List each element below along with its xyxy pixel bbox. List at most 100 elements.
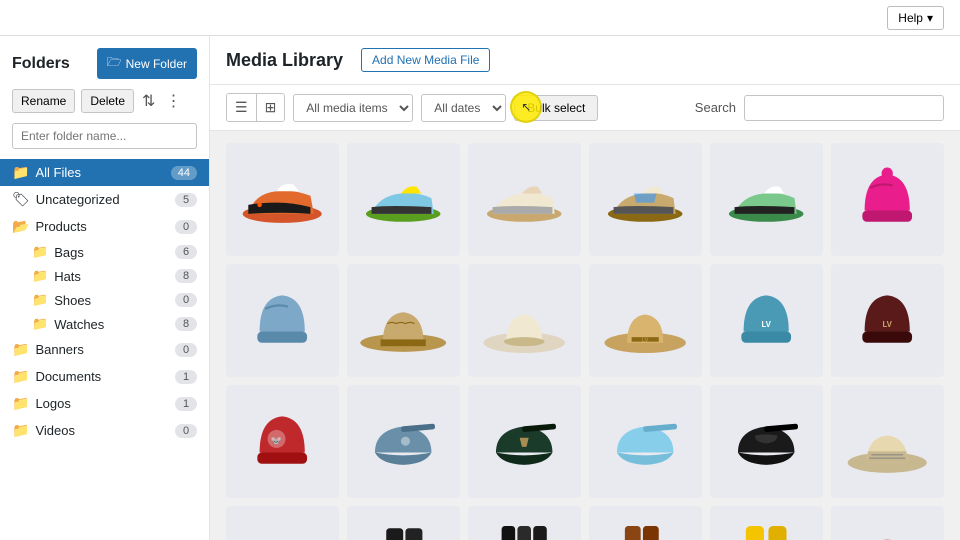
- bags-folder-icon: 📁: [32, 244, 48, 260]
- media-item-6[interactable]: [831, 143, 944, 256]
- hats-count: 8: [175, 269, 197, 283]
- delete-button[interactable]: Delete: [81, 89, 134, 113]
- media-item-11[interactable]: LV: [710, 264, 823, 377]
- page-title: Media Library: [226, 50, 343, 71]
- media-item-20[interactable]: [347, 506, 460, 540]
- sidebar-item-bags[interactable]: 📁 Bags 6: [20, 240, 209, 264]
- sidebar-item-documents[interactable]: 📁 Documents 1: [0, 363, 209, 390]
- media-item-17[interactable]: [710, 385, 823, 498]
- cap-thumbnail-19: [237, 517, 327, 540]
- new-folder-button[interactable]: 🗁 New Folder: [97, 48, 197, 79]
- media-grid: LV LV LV: [226, 143, 944, 540]
- beanie-thumbnail-11: LV: [721, 275, 811, 365]
- media-item-23[interactable]: [710, 506, 823, 540]
- more-options-icon[interactable]: ⋮: [163, 89, 183, 113]
- media-item-14[interactable]: [347, 385, 460, 498]
- folder-search-input[interactable]: [12, 123, 197, 149]
- help-button[interactable]: Help ▾: [887, 6, 944, 30]
- watches-folder-icon: 📁: [32, 316, 48, 332]
- sidebar-item-uncategorized[interactable]: 🏷 Uncategorized 5: [0, 186, 209, 213]
- uncategorized-count: 5: [175, 193, 197, 207]
- date-filter-select[interactable]: All dates: [421, 94, 506, 122]
- media-item-5[interactable]: [710, 143, 823, 256]
- media-item-2[interactable]: [347, 143, 460, 256]
- help-arrow: ▾: [927, 11, 933, 25]
- svg-text:LV: LV: [883, 320, 893, 329]
- sidebar-item-hats[interactable]: 📁 Hats 8: [20, 264, 209, 288]
- sidebar-item-videos[interactable]: 📁 Videos 0: [0, 417, 209, 444]
- widebrim-thumbnail-9: [479, 275, 569, 365]
- svg-text:🐭: 🐭: [271, 436, 282, 446]
- add-media-button[interactable]: Add New Media File: [361, 48, 490, 72]
- media-item-1[interactable]: [226, 143, 339, 256]
- media-grid-container: LV LV LV: [210, 131, 960, 540]
- rename-button[interactable]: Rename: [12, 89, 75, 113]
- strap-thumbnail-21: [479, 517, 569, 540]
- bags-label: Bags: [54, 245, 175, 260]
- media-item-12[interactable]: LV: [831, 264, 944, 377]
- media-item-8[interactable]: [347, 264, 460, 377]
- beanie-thumbnail-7: [237, 275, 327, 365]
- hats-label: Hats: [54, 269, 175, 284]
- media-item-10[interactable]: LV: [589, 264, 702, 377]
- sidebar-item-logos[interactable]: 📁 Logos 1: [0, 390, 209, 417]
- media-item-13[interactable]: 🐭: [226, 385, 339, 498]
- sort-icon[interactable]: ⇅: [140, 89, 157, 113]
- media-item-19[interactable]: [226, 506, 339, 540]
- grid-view-button[interactable]: ⊞: [257, 94, 285, 121]
- media-item-4[interactable]: [589, 143, 702, 256]
- media-item-16[interactable]: [589, 385, 702, 498]
- main-layout: Folders 🗁 New Folder Rename Delete ⇅ ⋮ 📁…: [0, 36, 960, 540]
- sidebar-item-banners[interactable]: 📁 Banners 0: [0, 336, 209, 363]
- sidebar-item-products[interactable]: 📂 Products 0: [0, 213, 209, 240]
- banners-count: 0: [175, 343, 197, 357]
- uncategorized-label: Uncategorized: [36, 192, 175, 207]
- products-label: Products: [35, 219, 175, 234]
- bags-count: 6: [175, 245, 197, 259]
- media-item-18[interactable]: [831, 385, 944, 498]
- sunhat2-thumbnail-18: [842, 396, 932, 486]
- logos-count: 1: [175, 397, 197, 411]
- watches-label: Watches: [54, 317, 175, 332]
- media-filter-select[interactable]: All media items: [293, 94, 413, 122]
- videos-count: 0: [175, 424, 197, 438]
- help-label: Help: [898, 11, 923, 25]
- new-folder-label: New Folder: [126, 57, 187, 71]
- all-files-count: 44: [171, 166, 197, 180]
- sidebar-item-shoes[interactable]: 📁 Shoes 0: [20, 288, 209, 312]
- media-item-3[interactable]: [468, 143, 581, 256]
- media-item-15[interactable]: [468, 385, 581, 498]
- top-bar: Help ▾: [0, 0, 960, 36]
- content-area: Media Library Add New Media File ☰ ⊞ All…: [210, 36, 960, 540]
- sidebar-item-watches[interactable]: 📁 Watches 8: [20, 312, 209, 336]
- media-item-7[interactable]: [226, 264, 339, 377]
- search-input[interactable]: [744, 95, 944, 121]
- cap-thumbnail-15: [479, 396, 569, 486]
- folder-plus-icon: 🗁: [107, 53, 122, 74]
- sidebar-title: Folders: [12, 55, 70, 73]
- view-toggle: ☰ ⊞: [226, 93, 285, 122]
- documents-count: 1: [175, 370, 197, 384]
- sidebar-item-all-files[interactable]: 📁 All Files 44: [0, 159, 209, 186]
- widebrim-thumbnail-10: LV: [600, 275, 690, 365]
- products-subfolders: 📁 Bags 6 📁 Hats 8 📁 Shoes 0 📁 Watches: [0, 240, 209, 336]
- media-item-22[interactable]: LV LV LV LV LV LV: [589, 506, 702, 540]
- logos-label: Logos: [35, 396, 175, 411]
- toolbar: ☰ ⊞ All media items All dates Bulk selec…: [210, 85, 960, 131]
- documents-folder-icon: 📁: [12, 368, 29, 385]
- sidebar-actions: Rename Delete ⇅ ⋮: [0, 89, 209, 123]
- uncategorized-icon: 🏷: [12, 191, 30, 208]
- sidebar-header: Folders 🗁 New Folder: [0, 48, 209, 89]
- logos-folder-icon: 📁: [12, 395, 29, 412]
- shoes-count: 0: [175, 293, 197, 307]
- videos-label: Videos: [35, 423, 175, 438]
- media-item-21[interactable]: [468, 506, 581, 540]
- search-label: Search: [695, 100, 736, 115]
- products-folder-icon: 📂: [12, 218, 29, 235]
- media-item-9[interactable]: [468, 264, 581, 377]
- bulk-select-button[interactable]: Bulk select: [514, 95, 598, 121]
- shoe-thumbnail-2: [358, 154, 448, 244]
- list-view-button[interactable]: ☰: [227, 94, 257, 121]
- media-item-24[interactable]: [831, 506, 944, 540]
- strap-thumbnail-23: [721, 517, 811, 540]
